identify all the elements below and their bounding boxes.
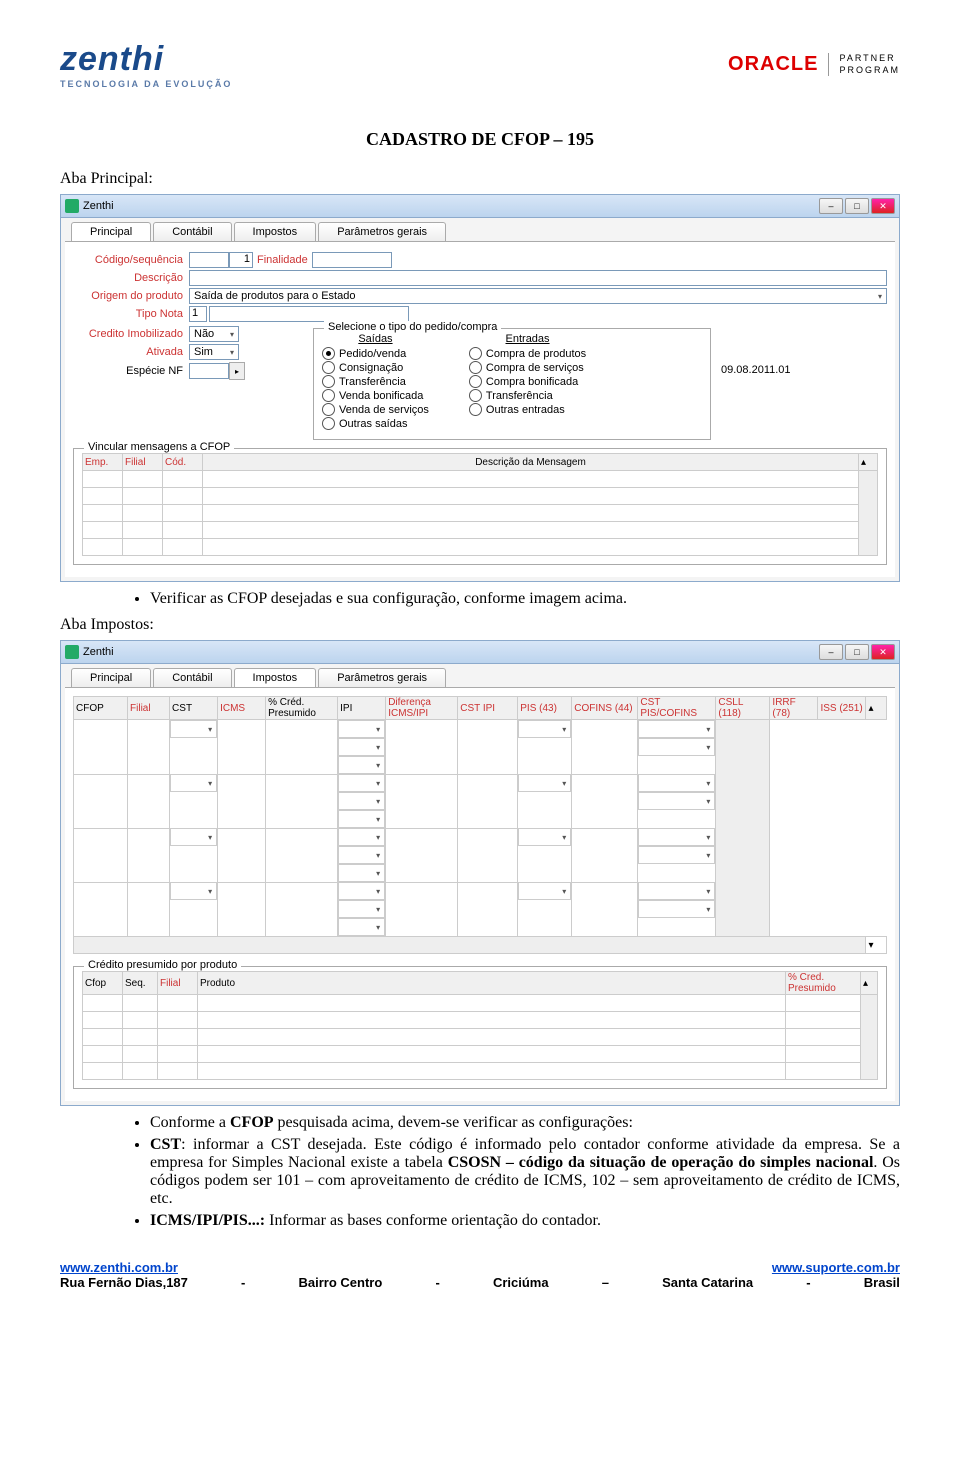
radio-compra-bonificada[interactable] — [469, 375, 482, 388]
saidas-heading: Saídas — [322, 333, 429, 345]
window-titlebar-2: Zenthi – □ ✕ — [61, 641, 899, 664]
col-cod: Cód. — [163, 454, 203, 471]
tabs-impostos: Principal Contábil Impostos Parâmetros g… — [71, 668, 899, 687]
impostos-bullet-1: Conforme a CFOP pesquisada acima, devem-… — [150, 1114, 900, 1132]
table-row[interactable] — [83, 1063, 878, 1080]
finalidade-input[interactable] — [312, 252, 392, 268]
oracle-logo: ORACLE PARTNER PROGRAM — [728, 53, 900, 76]
codigo-seq-label: Código/sequência — [73, 254, 189, 266]
credito-imob-label: Credito Imobilizado — [73, 328, 189, 340]
impostos-bullet-3: ICMS/IPI/PIS...: Informar as bases confo… — [150, 1212, 900, 1230]
app-icon — [65, 645, 79, 659]
radio-compra-servicos[interactable] — [469, 361, 482, 374]
table-row[interactable] — [74, 720, 887, 775]
tab-impostos-2[interactable]: Impostos — [234, 668, 317, 687]
section-impostos-label: Aba Impostos: — [60, 616, 900, 634]
window-titlebar: Zenthi – □ ✕ — [61, 195, 899, 218]
origem-label: Origem do produto — [73, 290, 189, 302]
entradas-heading: Entradas — [469, 333, 586, 345]
col-filial: Filial — [123, 454, 163, 471]
principal-bullet: Verificar as CFOP desejadas e sua config… — [150, 590, 900, 608]
section-principal-label: Aba Principal: — [60, 170, 900, 188]
radio-consignacao[interactable] — [322, 361, 335, 374]
tab-parametros-2[interactable]: Parâmetros gerais — [318, 668, 446, 687]
col-desc-msg: Descrição da Mensagem — [203, 454, 859, 471]
vincular-mensagens-fieldset: Vincular mensagens a CFOP Emp. Filial Có… — [73, 448, 887, 565]
radio-venda-servicos[interactable] — [322, 403, 335, 416]
tab-principal[interactable]: Principal — [71, 222, 151, 241]
footer-url-right[interactable]: www.suporte.com.br — [772, 1260, 900, 1275]
finalidade-label: Finalidade — [257, 254, 308, 266]
descricao-label: Descrição — [73, 272, 189, 284]
tab-contabil-2[interactable]: Contábil — [153, 668, 231, 687]
scrollbar-up-2[interactable]: ▴ — [866, 697, 887, 720]
vincular-legend: Vincular mensagens a CFOP — [84, 441, 234, 453]
credito-presumido-table: Cfop Seq. Filial Produto % Cred. Presumi… — [82, 971, 878, 1080]
footer-url-left[interactable]: www.zenthi.com.br — [60, 1260, 178, 1275]
descricao-input[interactable] — [189, 270, 887, 286]
tab-impostos[interactable]: Impostos — [234, 222, 317, 241]
table-row[interactable] — [83, 1046, 878, 1063]
tipo-nota-label: Tipo Nota — [73, 308, 189, 320]
radio-pedido-venda[interactable] — [322, 347, 335, 360]
credito-presumido-legend: Crédito presumido por produto — [84, 959, 241, 971]
maximize-button-2[interactable]: □ — [845, 644, 869, 660]
credito-presumido-fieldset: Crédito presumido por produto Cfop Seq. … — [73, 966, 887, 1089]
zenthi-brand: zenthi — [60, 40, 232, 79]
window-principal: Zenthi – □ ✕ Principal Contábil Impostos… — [60, 194, 900, 582]
radio-transferencia-s[interactable] — [322, 375, 335, 388]
minimize-button-2[interactable]: – — [819, 644, 843, 660]
tab-contabil[interactable]: Contábil — [153, 222, 231, 241]
zenthi-tagline: TECNOLOGIA DA EVOLUÇÃO — [60, 79, 232, 89]
codigo-input[interactable] — [189, 252, 229, 268]
scrollbar-up-3[interactable]: ▴ — [861, 972, 878, 995]
tab-principal-2[interactable]: Principal — [71, 668, 151, 687]
tipo-nota-desc[interactable] — [209, 306, 409, 322]
page-title: CADASTRO DE CFOP – 195 — [60, 129, 900, 150]
oracle-partner: PARTNER PROGRAM — [828, 53, 900, 76]
minimize-button[interactable]: – — [819, 198, 843, 214]
zenthi-logo: zenthi TECNOLOGIA DA EVOLUÇÃO — [60, 40, 232, 89]
page-header: zenthi TECNOLOGIA DA EVOLUÇÃO ORACLE PAR… — [60, 40, 900, 89]
tipo-pedido-legend: Selecione o tipo do pedido/compra — [324, 321, 501, 333]
radio-transferencia-e[interactable] — [469, 389, 482, 402]
window-title-2: Zenthi — [83, 646, 114, 658]
scrollbar-down-2[interactable]: ▾ — [866, 937, 887, 954]
vincular-table: Emp. Filial Cód. Descrição da Mensagem ▴ — [82, 453, 878, 556]
tab-parametros[interactable]: Parâmetros gerais — [318, 222, 446, 241]
especie-input[interactable] — [189, 363, 229, 379]
radio-outras-saidas[interactable] — [322, 417, 335, 430]
tipo-nota-input[interactable]: 1 — [189, 306, 207, 322]
tabs-principal: Principal Contábil Impostos Parâmetros g… — [71, 222, 899, 241]
especie-lookup-button[interactable]: ▸ — [229, 362, 245, 380]
table-row[interactable] — [83, 995, 878, 1012]
table-row[interactable] — [83, 1029, 878, 1046]
impostos-bullet-2: CST: informar a CST desejada. Este códig… — [150, 1136, 900, 1208]
table-row[interactable] — [83, 1012, 878, 1029]
scrollbar-up[interactable]: ▴ — [859, 454, 878, 471]
seq-input[interactable]: 1 — [229, 252, 253, 268]
window-title: Zenthi — [83, 200, 114, 212]
maximize-button[interactable]: □ — [845, 198, 869, 214]
page-footer: www.zenthi.com.br www.suporte.com.br Rua… — [60, 1260, 900, 1290]
origem-select[interactable]: Saída de produtos para o Estado — [189, 288, 887, 304]
radio-venda-bonificada[interactable] — [322, 389, 335, 402]
close-button-2[interactable]: ✕ — [871, 644, 895, 660]
col-emp: Emp. — [83, 454, 123, 471]
date-label: 09.08.2011.01 — [721, 364, 791, 376]
credito-imob-select[interactable]: Não — [189, 326, 239, 342]
radio-outras-entradas[interactable] — [469, 403, 482, 416]
radio-compra-produtos[interactable] — [469, 347, 482, 360]
window-impostos: Zenthi – □ ✕ Principal Contábil Impostos… — [60, 640, 900, 1106]
app-icon — [65, 199, 79, 213]
especie-label: Espécie NF — [73, 365, 189, 377]
ativada-select[interactable]: Sim — [189, 344, 239, 360]
oracle-brand: ORACLE — [728, 53, 818, 76]
impostos-table: CFOP Filial CST ICMS % Créd. Presumido I… — [73, 696, 887, 954]
ativada-label: Ativada — [73, 346, 189, 358]
close-button[interactable]: ✕ — [871, 198, 895, 214]
